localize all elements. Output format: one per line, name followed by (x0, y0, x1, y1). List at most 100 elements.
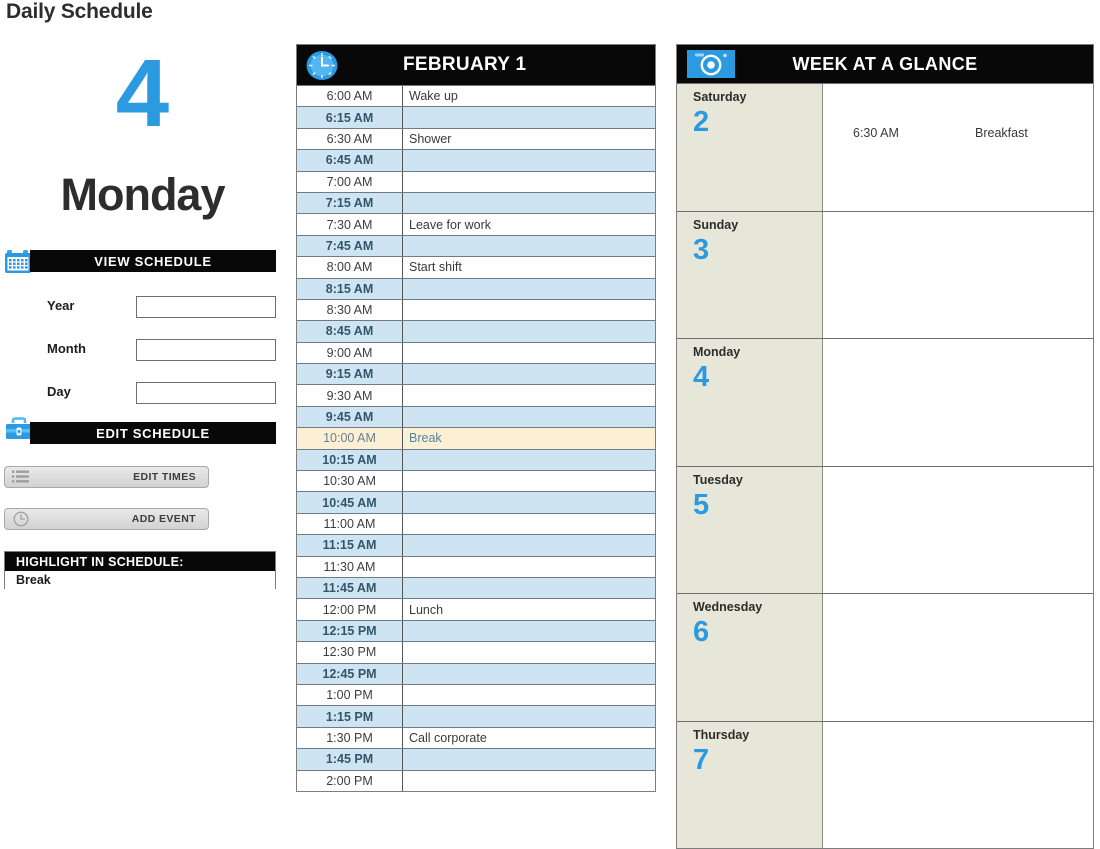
schedule-row[interactable]: 8:00 AM Start shift (297, 256, 655, 278)
schedule-row[interactable]: 12:30 PM (297, 641, 655, 663)
schedule-row-event[interactable] (403, 492, 655, 512)
week-day-events[interactable] (823, 339, 1093, 466)
daily-schedule-table: FEBRUARY 1 6:00 AM Wake up 6:15 AM 6:30 AM S… (296, 44, 656, 792)
schedule-row[interactable]: 6:45 AM (297, 149, 655, 171)
schedule-row-event[interactable] (403, 385, 655, 405)
schedule-row[interactable]: 8:45 AM (297, 320, 655, 342)
schedule-row[interactable]: 6:30 AM Shower (297, 127, 655, 150)
week-day-events[interactable] (823, 466, 1093, 593)
schedule-row-event[interactable]: Lunch (403, 599, 655, 619)
schedule-row[interactable]: 10:15 AM (297, 448, 655, 471)
schedule-row[interactable]: 7:00 AM (297, 170, 655, 192)
schedule-row-event[interactable]: Call corporate (403, 728, 655, 748)
schedule-row-event[interactable] (403, 706, 655, 726)
schedule-row-event[interactable] (403, 172, 655, 192)
schedule-row-event[interactable] (403, 236, 655, 256)
schedule-row[interactable]: 7:15 AM (297, 191, 655, 214)
schedule-row[interactable]: 9:30 AM (297, 384, 655, 406)
schedule-row-event[interactable]: Leave for work (403, 214, 655, 234)
schedule-row-time: 2:00 PM (297, 770, 403, 791)
schedule-row-time: 7:00 AM (297, 171, 403, 192)
schedule-row-time: 6:00 AM (297, 86, 403, 107)
schedule-row[interactable]: 12:00 PM Lunch (297, 598, 655, 620)
schedule-row-time: 11:30 AM (297, 556, 403, 577)
schedule-row-event[interactable] (403, 193, 655, 213)
schedule-row-event[interactable]: Shower (403, 129, 655, 149)
schedule-row-event[interactable] (403, 450, 655, 470)
schedule-row-event[interactable] (403, 621, 655, 641)
schedule-row[interactable]: 10:30 AM (297, 470, 655, 492)
schedule-row-time: 10:45 AM (297, 492, 403, 513)
schedule-row-time: 1:30 PM (297, 727, 403, 749)
schedule-row-event[interactable] (403, 578, 655, 598)
schedule-row[interactable]: 8:15 AM (297, 277, 655, 299)
schedule-row-time: 11:00 AM (297, 513, 403, 535)
schedule-row[interactable]: 1:45 PM (297, 748, 655, 770)
highlight-value[interactable]: Break (5, 571, 275, 589)
schedule-row-event[interactable] (403, 749, 655, 769)
month-input[interactable] (136, 339, 276, 361)
schedule-row-event[interactable] (403, 685, 655, 705)
schedule-row[interactable]: 11:00 AM (297, 512, 655, 535)
week-day-name: Thursday (693, 727, 750, 742)
schedule-row[interactable]: 1:30 PM Call corporate (297, 726, 655, 749)
schedule-row[interactable]: 1:00 PM (297, 683, 655, 706)
schedule-row-event[interactable] (403, 557, 655, 577)
week-day-events[interactable] (823, 211, 1093, 338)
schedule-row[interactable]: 12:15 PM (297, 619, 655, 642)
day-label: Day (47, 384, 71, 399)
day-input[interactable] (136, 382, 276, 404)
schedule-row[interactable]: 7:45 AM (297, 234, 655, 257)
schedule-row[interactable]: 11:45 AM (297, 576, 655, 599)
clock-icon (305, 50, 339, 81)
schedule-row-event[interactable]: Break (403, 428, 655, 448)
schedule-row[interactable]: 10:45 AM (297, 491, 655, 513)
schedule-row[interactable]: 6:15 AM (297, 106, 655, 128)
schedule-row[interactable]: 6:00 AM Wake up (297, 85, 655, 107)
schedule-row-event[interactable] (403, 279, 655, 299)
schedule-row-event[interactable] (403, 300, 655, 320)
schedule-row-time: 10:30 AM (297, 471, 403, 492)
year-input[interactable] (136, 296, 276, 318)
schedule-row-event[interactable] (403, 407, 655, 427)
schedule-row-event[interactable] (403, 321, 655, 341)
schedule-row[interactable]: 1:15 PM (297, 705, 655, 727)
schedule-row-event[interactable] (403, 642, 655, 662)
week-day-name: Sunday (693, 217, 739, 232)
schedule-row[interactable]: 2:00 PM (297, 769, 655, 791)
schedule-row-event[interactable] (403, 535, 655, 555)
week-day-column: Tuesday 5 (677, 466, 823, 593)
schedule-row-event[interactable]: Wake up (403, 86, 655, 106)
schedule-row-event[interactable] (403, 150, 655, 170)
schedule-row-event[interactable] (403, 514, 655, 534)
schedule-row-time: 6:15 AM (297, 107, 403, 128)
schedule-row[interactable]: 11:15 AM (297, 534, 655, 556)
week-day-events[interactable]: 6:30 AM Breakfast (823, 84, 1093, 211)
schedule-row-event[interactable] (403, 771, 655, 791)
schedule-row-time: 6:30 AM (297, 128, 403, 150)
month-field-row: Month (0, 339, 292, 363)
schedule-row-event[interactable] (403, 343, 655, 363)
schedule-row[interactable]: 12:45 PM (297, 662, 655, 684)
schedule-row-event[interactable] (403, 364, 655, 384)
schedule-row-event[interactable] (403, 471, 655, 491)
schedule-row[interactable]: 9:45 AM (297, 405, 655, 428)
week-day-events[interactable] (823, 594, 1093, 721)
schedule-row-event[interactable]: Start shift (403, 257, 655, 277)
schedule-row[interactable]: 7:30 AM Leave for work (297, 213, 655, 235)
add-event-button[interactable]: ADD EVENT (4, 508, 209, 530)
schedule-row[interactable]: 11:30 AM (297, 555, 655, 577)
schedule-row-time: 12:45 PM (297, 663, 403, 684)
edit-times-button[interactable]: EDIT TIMES (4, 466, 209, 488)
week-day-column: Monday 4 (677, 339, 823, 466)
schedule-row-time: 10:00 AM (297, 428, 403, 449)
week-day-events[interactable] (823, 721, 1093, 848)
schedule-row[interactable]: 10:00 AM Break (297, 427, 655, 449)
schedule-row[interactable]: 8:30 AM (297, 298, 655, 321)
schedule-row-event[interactable] (403, 664, 655, 684)
schedule-row[interactable]: 9:15 AM (297, 363, 655, 385)
schedule-row-time: 7:15 AM (297, 192, 403, 214)
schedule-row[interactable]: 9:00 AM (297, 341, 655, 364)
week-panel-title: WEEK AT A GLANCE (792, 53, 978, 74)
schedule-row-event[interactable] (403, 107, 655, 127)
